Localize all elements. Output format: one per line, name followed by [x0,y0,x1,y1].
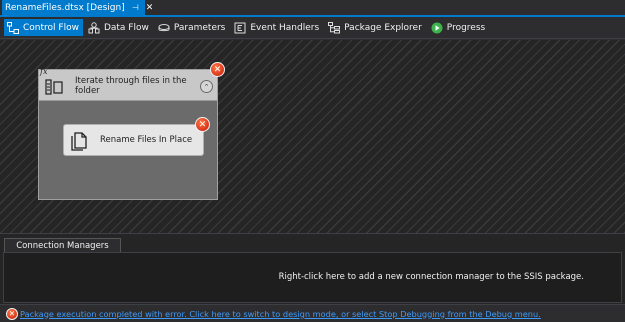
tab-parameters[interactable]: Parameters [155,19,230,36]
tab-package-explorer[interactable]: Package Explorer [325,19,426,36]
rename-files-task[interactable]: Rename Files In Place [63,124,204,156]
connection-managers-area: Connection Managers Right-click here to … [0,233,625,304]
foreach-loop-icon [42,76,64,96]
task-error-icon[interactable]: ✕ [195,117,210,132]
document-tab-strip: RenameFiles.dtsx [Design] ⊣ ✕ [0,0,625,17]
tab-parameters-label: Parameters [173,22,226,33]
tab-package-explorer-label: Package Explorer [344,22,422,33]
file-system-task-icon [69,131,89,151]
package-explorer-icon [328,21,341,34]
chevron-up-icon: ⌃ [203,82,210,91]
container-title: Iterate through files in the folder [75,76,187,96]
collapse-button[interactable]: ⌃ [200,80,213,93]
document-tab-title: RenameFiles.dtsx [Design] [5,2,125,13]
pin-icon[interactable]: ⊣ [132,3,139,12]
event-handlers-icon [234,22,246,34]
connection-managers-panel[interactable]: Right-click here to add a new connection… [3,252,622,303]
control-flow-canvas[interactable]: fx Iterate through files in the folder ⌃ [0,40,625,233]
tab-event-handlers[interactable]: Event Handlers [231,19,323,36]
connection-managers-hint: Right-click here to add a new connection… [278,272,584,282]
progress-icon [431,22,443,34]
status-message-link[interactable]: Package execution completed with error. … [20,309,541,319]
container-header[interactable]: fx Iterate through files in the folder ⌃ [39,67,217,101]
tab-connection-managers[interactable]: Connection Managers [4,238,121,252]
close-icon[interactable]: ✕ [146,3,154,13]
tab-event-handlers-label: Event Handlers [250,22,320,33]
foreach-loop-container[interactable]: fx Iterate through files in the folder ⌃ [38,67,218,200]
designer-tabs: Control Flow Data Flow Parameters Event … [0,17,625,39]
tab-progress-label: Progress [446,22,486,33]
tab-control-flow-label: Control Flow [23,22,79,33]
task-label: Rename Files In Place [100,135,193,145]
parameters-icon [158,22,170,34]
tab-control-flow[interactable]: Control Flow [4,19,83,36]
document-tab[interactable]: RenameFiles.dtsx [Design] ⊣ ✕ [2,0,153,15]
control-flow-icon [7,21,19,34]
expression-icon: fx [40,67,48,76]
tab-data-flow[interactable]: Data Flow [85,19,153,36]
status-error-icon: ✕ [6,307,18,320]
data-flow-icon [88,21,100,34]
status-bar: ✕ Package execution completed with error… [0,304,625,322]
tab-progress[interactable]: Progress [428,19,489,36]
container-error-icon[interactable]: ✕ [210,62,225,77]
tab-data-flow-label: Data Flow [103,22,149,33]
